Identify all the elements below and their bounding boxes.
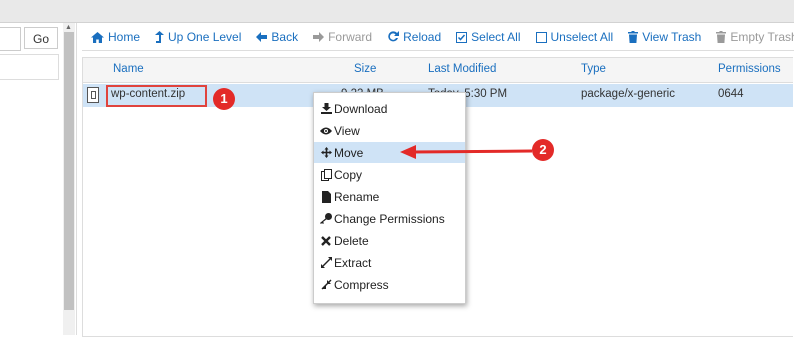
column-header-permissions[interactable]: Permissions <box>718 63 781 75</box>
menu-item-label: Extract <box>334 255 372 270</box>
menu-item-delete[interactable]: Delete <box>314 230 465 251</box>
menu-item-extract[interactable]: Extract <box>314 252 465 273</box>
menu-item-compress[interactable]: Compress <box>314 274 465 295</box>
menu-item-download[interactable]: Download <box>314 98 465 119</box>
file-toolbar: Home Up One Level Back Forward Reload Se… <box>82 24 794 51</box>
back-label: Back <box>271 30 299 44</box>
checkbox-empty-icon <box>535 31 547 43</box>
view-trash-label: View Trash <box>642 30 702 44</box>
menu-item-label: Delete <box>334 233 369 248</box>
arrow-left-icon <box>256 32 268 42</box>
reload-label: Reload <box>403 30 442 44</box>
level-up-icon <box>155 31 165 43</box>
forward-button[interactable]: Forward <box>313 30 372 44</box>
eye-icon <box>320 127 332 135</box>
menu-item-label: View <box>334 123 360 138</box>
table-header: Name Size Last Modified Type Permissions <box>83 58 793 83</box>
checkbox-checked-icon <box>456 31 468 43</box>
menu-item-label: Copy <box>334 167 363 182</box>
left-tree-field[interactable] <box>0 54 59 80</box>
annotation-highlight-box <box>106 85 207 107</box>
download-icon <box>320 103 332 114</box>
column-header-type[interactable]: Type <box>581 63 606 75</box>
file-permissions: 0644 <box>718 88 744 100</box>
home-button[interactable]: Home <box>91 30 140 44</box>
reload-icon <box>388 31 400 42</box>
trash-icon <box>716 31 727 43</box>
menu-item-label: Download <box>334 101 388 116</box>
key-icon <box>320 213 332 224</box>
annotation-badge-1: 1 <box>213 88 235 110</box>
select-all-button[interactable]: Select All <box>456 30 521 44</box>
annotation-badge-2: 2 <box>532 139 554 161</box>
empty-trash-label: Empty Trash <box>730 30 794 44</box>
menu-item-rename[interactable]: Rename <box>314 186 465 207</box>
menu-item-label: Compress <box>334 277 389 292</box>
column-header-modified[interactable]: Last Modified <box>428 63 496 75</box>
menu-item-copy[interactable]: Copy <box>314 164 465 185</box>
file-type: package/x-generic <box>581 88 675 100</box>
back-button[interactable]: Back <box>256 30 298 44</box>
menu-item-label: Rename <box>334 189 380 204</box>
unselect-all-label: Unselect All <box>550 30 614 44</box>
up-one-level-label: Up One Level <box>168 30 242 44</box>
menu-item-view[interactable]: View <box>314 120 465 141</box>
path-input[interactable] <box>0 27 21 51</box>
scrollbar-thumb[interactable] <box>64 32 74 310</box>
context-menu: Download View Move Copy Rename Change Pe… <box>313 92 466 304</box>
compress-icon <box>320 279 332 290</box>
copy-icon <box>320 168 332 181</box>
x-icon <box>320 235 332 246</box>
column-header-size[interactable]: Size <box>354 63 376 75</box>
move-icon <box>320 147 332 158</box>
divider <box>76 23 77 335</box>
menu-item-label: Change Permissions <box>334 211 445 226</box>
select-all-label: Select All <box>471 30 521 44</box>
trash-icon <box>628 31 639 43</box>
menu-item-move[interactable]: Move <box>314 142 465 163</box>
view-trash-button[interactable]: View Trash <box>628 30 701 44</box>
arrow-right-icon <box>313 32 325 42</box>
zip-file-icon <box>87 87 99 103</box>
scroll-up-arrow-icon[interactable]: ▲ <box>65 24 72 31</box>
menu-item-label: Move <box>334 145 364 160</box>
reload-button[interactable]: Reload <box>387 30 441 44</box>
go-button[interactable]: Go <box>24 27 58 49</box>
empty-trash-button[interactable]: Empty Trash <box>716 30 794 44</box>
menu-item-change-permissions[interactable]: Change Permissions <box>314 208 465 229</box>
unselect-all-button[interactable]: Unselect All <box>535 30 614 44</box>
forward-label: Forward <box>328 30 373 44</box>
home-icon <box>91 31 104 43</box>
browser-top-bar <box>0 0 794 23</box>
home-label: Home <box>108 30 141 44</box>
up-one-level-button[interactable]: Up One Level <box>155 30 241 44</box>
column-header-name[interactable]: Name <box>113 63 144 75</box>
file-icon <box>320 190 332 203</box>
expand-icon <box>320 257 332 268</box>
